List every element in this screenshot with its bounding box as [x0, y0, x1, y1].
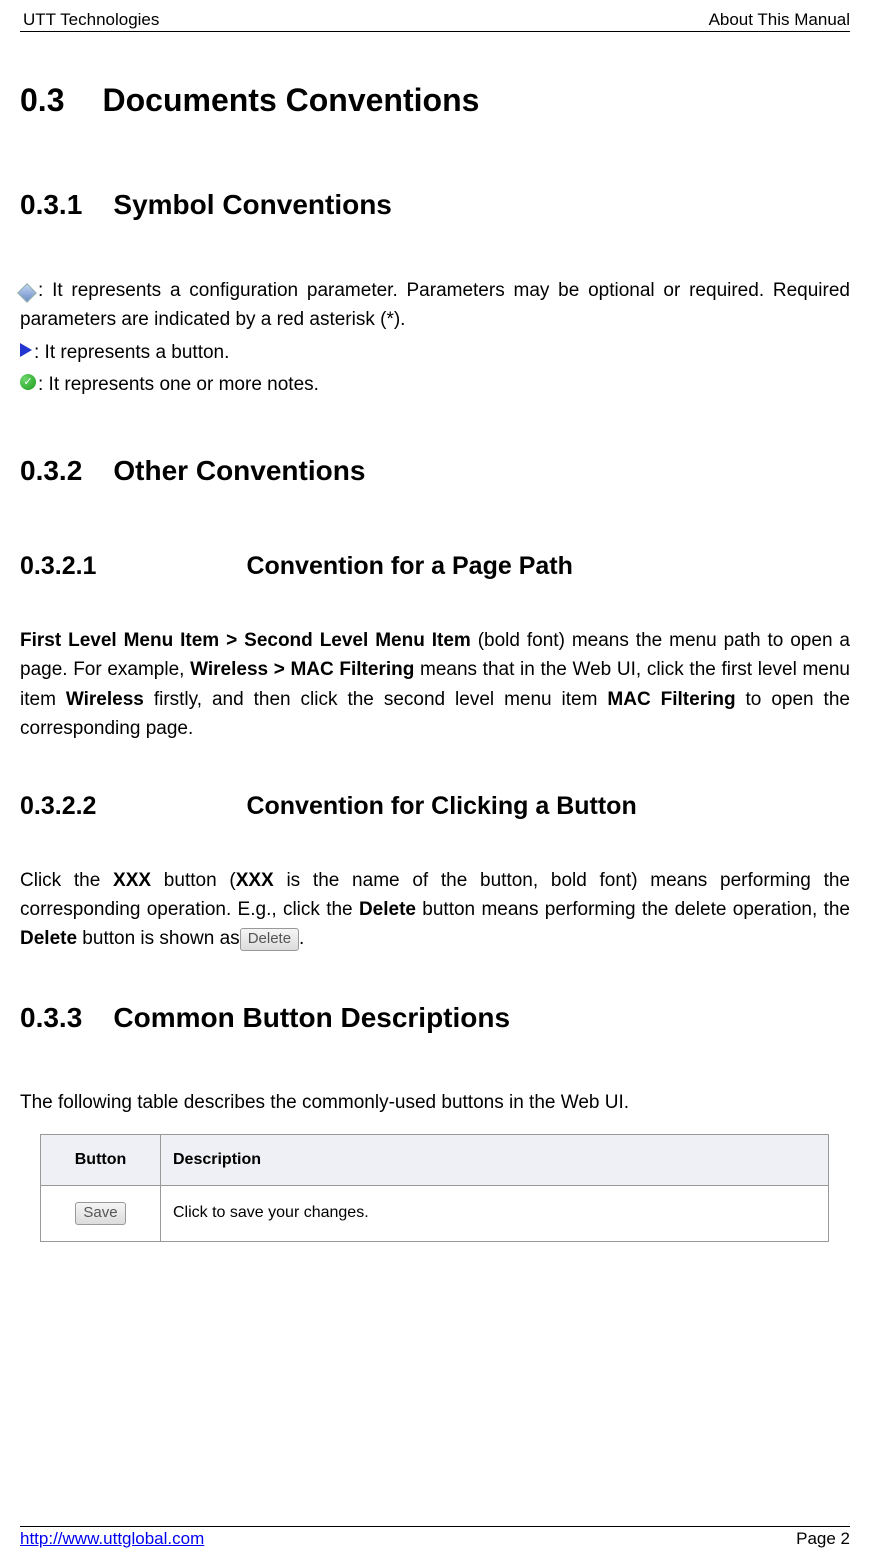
- click-button-paragraph: Click the XXX button (XXX is the name of…: [20, 866, 850, 954]
- heading-num: 0.3.2.1: [20, 552, 96, 580]
- page-footer: http://www.uttglobal.com Page 2: [20, 1526, 850, 1549]
- heading-title: Documents Conventions: [102, 82, 479, 118]
- arrow-icon: [20, 343, 32, 357]
- heading-0-3-1: 0.3.1 Symbol Conventions: [20, 189, 850, 221]
- table-header-button: Button: [41, 1134, 161, 1185]
- table-header-description: Description: [161, 1134, 829, 1185]
- bold-text: First Level Menu Item > Second Level Men…: [20, 630, 471, 651]
- header-left: UTT Technologies: [23, 10, 159, 30]
- symbol-arrow-text: : It represents a button.: [34, 338, 229, 367]
- footer-page-number: Page 2: [796, 1529, 850, 1549]
- table-cell-button: Save: [41, 1185, 161, 1241]
- table-intro: The following table describes the common…: [20, 1092, 850, 1114]
- button-descriptions-table: Button Description Save Click to save yo…: [40, 1134, 829, 1242]
- heading-num: 0.3.1: [20, 189, 82, 220]
- text: firstly, and then click the second level…: [144, 689, 608, 710]
- heading-title: Convention for a Page Path: [246, 552, 572, 580]
- bold-text: Wireless: [66, 689, 144, 710]
- diamond-icon: [17, 283, 37, 303]
- heading-num: 0.3: [20, 82, 64, 118]
- heading-title: Common Button Descriptions: [113, 1002, 510, 1033]
- table-header-row: Button Description: [41, 1134, 829, 1185]
- text: .: [299, 928, 304, 949]
- symbol-diamond-text: : It represents a configuration paramete…: [20, 280, 850, 330]
- bold-text: Delete: [359, 899, 416, 920]
- header-right: About This Manual: [709, 10, 850, 30]
- heading-0-3-2: 0.3.2 Other Conventions: [20, 455, 850, 487]
- table-cell-description: Click to save your changes.: [161, 1185, 829, 1241]
- heading-num: 0.3.3: [20, 1002, 82, 1033]
- bold-text: Delete: [20, 928, 77, 949]
- page-header: UTT Technologies About This Manual: [20, 10, 850, 32]
- text: Click the: [20, 870, 113, 891]
- heading-num: 0.3.2.2: [20, 792, 96, 820]
- heading-title: Other Conventions: [113, 455, 365, 486]
- heading-0-3-3: 0.3.3 Common Button Descriptions: [20, 1002, 850, 1034]
- heading-title: Convention for Clicking a Button: [246, 792, 636, 820]
- symbol-diamond-line: : It represents a configuration paramete…: [20, 276, 850, 335]
- footer-link[interactable]: http://www.uttglobal.com: [20, 1529, 204, 1549]
- bold-text: MAC Filtering: [607, 689, 735, 710]
- heading-0-3-2-1: 0.3.2.1 Convention for a Page Path: [20, 552, 850, 581]
- page-path-paragraph: First Level Menu Item > Second Level Men…: [20, 626, 850, 744]
- save-button-sample: Save: [75, 1202, 125, 1225]
- heading-0-3-2-2: 0.3.2.2 Convention for Clicking a Button: [20, 792, 850, 821]
- text: button means performing the delete opera…: [416, 899, 850, 920]
- symbol-arrow-line: : It represents a button.: [20, 338, 850, 367]
- bold-text: XXX: [113, 870, 151, 891]
- symbols-section: : It represents a configuration paramete…: [20, 276, 850, 400]
- bold-text: Wireless > MAC Filtering: [190, 659, 414, 680]
- heading-0-3: 0.3 Documents Conventions: [20, 82, 850, 119]
- delete-button-sample: Delete: [240, 928, 299, 951]
- table-row: Save Click to save your changes.: [41, 1185, 829, 1241]
- text: button (: [151, 870, 236, 891]
- heading-title: Symbol Conventions: [113, 189, 391, 220]
- symbol-check-text: : It represents one or more notes.: [38, 370, 319, 399]
- check-icon: ✓: [20, 374, 36, 390]
- text: button is shown as: [77, 928, 240, 949]
- heading-num: 0.3.2: [20, 455, 82, 486]
- symbol-check-line: ✓ : It represents one or more notes.: [20, 370, 850, 399]
- bold-text: XXX: [236, 870, 274, 891]
